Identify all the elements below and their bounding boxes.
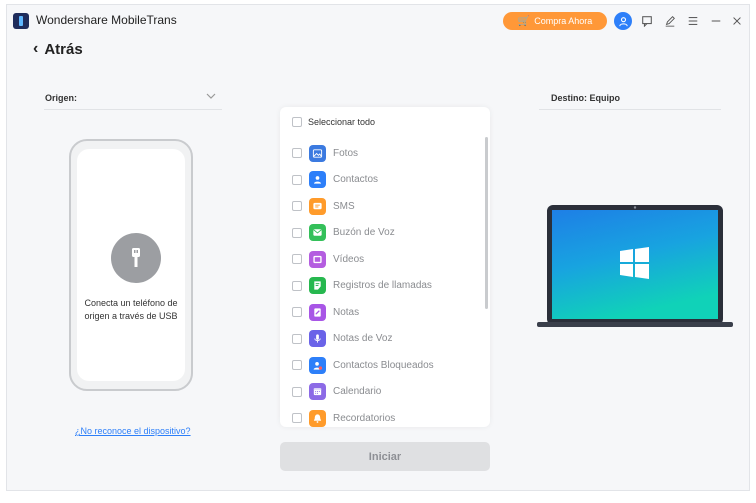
photos-icon [309, 144, 326, 162]
item-label: Registros de llamadas [333, 280, 432, 291]
item-label: Contactos [333, 174, 379, 185]
sms-icon [309, 197, 326, 215]
buy-now-button[interactable]: 🛒 Compra Ahora [503, 12, 607, 30]
item-label: SMS [333, 200, 355, 212]
item-label: Calendario [333, 386, 382, 397]
select-all-row[interactable]: Seleccionar todo [292, 117, 375, 127]
chevron-down-icon [206, 93, 216, 99]
item-label: Notas de Voz [333, 333, 393, 344]
app-title: Wondershare MobileTrans [36, 13, 177, 27]
computer-laptop-illustration [537, 205, 733, 327]
cart-icon: 🛒 [517, 15, 531, 27]
origin-selector[interactable]: Origen: [44, 87, 222, 110]
select-all-checkbox[interactable] [292, 117, 302, 127]
destination-header: Destino: Equipo [539, 87, 721, 110]
data-type-item[interactable]: Contactos [292, 170, 378, 190]
data-type-item[interactable]: Fotos [292, 143, 358, 163]
edit-icon[interactable] [662, 13, 678, 29]
chevron-left-icon: ‹ [33, 40, 39, 57]
item-checkbox[interactable] [292, 307, 302, 317]
close-icon[interactable] [729, 13, 745, 29]
item-label: Buzón de Voz [333, 227, 395, 238]
menu-icon[interactable] [685, 13, 701, 29]
data-type-item[interactable]: Notas de Voz [292, 329, 392, 349]
data-type-item[interactable]: Registros de llamadas [292, 276, 432, 296]
app-logo-icon [13, 13, 29, 29]
item-checkbox[interactable] [292, 201, 302, 211]
title-bar: Wondershare MobileTrans 🛒 Compra Ahora [7, 5, 749, 37]
list-scrollbar[interactable] [485, 137, 488, 309]
item-label: Contactos Bloqueados [333, 359, 434, 371]
reminders-icon [309, 409, 326, 427]
item-checkbox[interactable] [292, 174, 302, 185]
item-checkbox[interactable] [292, 413, 302, 423]
destination-label: Destino: Equipo [551, 93, 620, 103]
select-all-label: Seleccionar todo [308, 117, 376, 127]
item-checkbox[interactable] [292, 254, 302, 264]
data-type-list: Seleccionar todo Fotos Contactos SMS Buzón … [280, 107, 490, 427]
account-icon[interactable] [614, 12, 632, 30]
source-phone-illustration: Conecta un teléfono de origen a través d… [69, 139, 193, 391]
item-checkbox[interactable] [292, 227, 302, 238]
data-type-item[interactable]: Recordatorios [292, 408, 395, 428]
item-checkbox[interactable] [292, 360, 302, 370]
item-checkbox[interactable] [292, 280, 302, 291]
videos-icon [309, 250, 326, 268]
buy-now-label: Compra Ahora [534, 16, 593, 26]
item-label: Notas [333, 306, 360, 318]
item-checkbox[interactable] [292, 333, 302, 344]
back-label: Atrás [44, 40, 83, 58]
start-button[interactable]: Iniciar [280, 442, 490, 471]
minimize-icon[interactable] [708, 13, 724, 29]
item-checkbox[interactable] [292, 148, 302, 158]
data-type-item[interactable]: Notas [292, 302, 359, 322]
notes-icon [309, 303, 326, 321]
usb-icon [111, 233, 161, 283]
data-type-item[interactable]: SMS [292, 196, 355, 216]
origin-label: Origen: [45, 93, 78, 103]
data-type-item[interactable]: Calendario [292, 382, 381, 402]
data-type-item[interactable]: Contactos Bloqueados [292, 355, 434, 375]
back-button[interactable]: ‹ Atrás [33, 40, 83, 58]
device-not-recognized-link[interactable]: ¿No reconoce el dispositivo? [75, 426, 191, 436]
feedback-icon[interactable] [639, 13, 655, 29]
voicemail-icon [309, 224, 326, 241]
call-log-icon [309, 277, 326, 294]
item-checkbox[interactable] [292, 386, 302, 397]
connect-instructions: Conecta un teléfono de origen a través d… [84, 298, 178, 321]
item-label: Fotos [333, 147, 359, 159]
phone-screen: Conecta un teléfono de origen a través d… [77, 149, 185, 381]
app-window: Wondershare MobileTrans 🛒 Compra Ahora ‹… [6, 4, 750, 491]
data-type-item[interactable]: Buzón de Voz [292, 223, 395, 243]
blocked-contacts-icon [309, 356, 326, 374]
item-label: Vídeos [333, 253, 365, 265]
calendar-icon [309, 383, 326, 400]
contacts-icon [309, 171, 326, 188]
voice-notes-icon [309, 330, 326, 347]
item-label: Recordatorios [333, 412, 396, 424]
data-type-item[interactable]: Vídeos [292, 249, 364, 269]
